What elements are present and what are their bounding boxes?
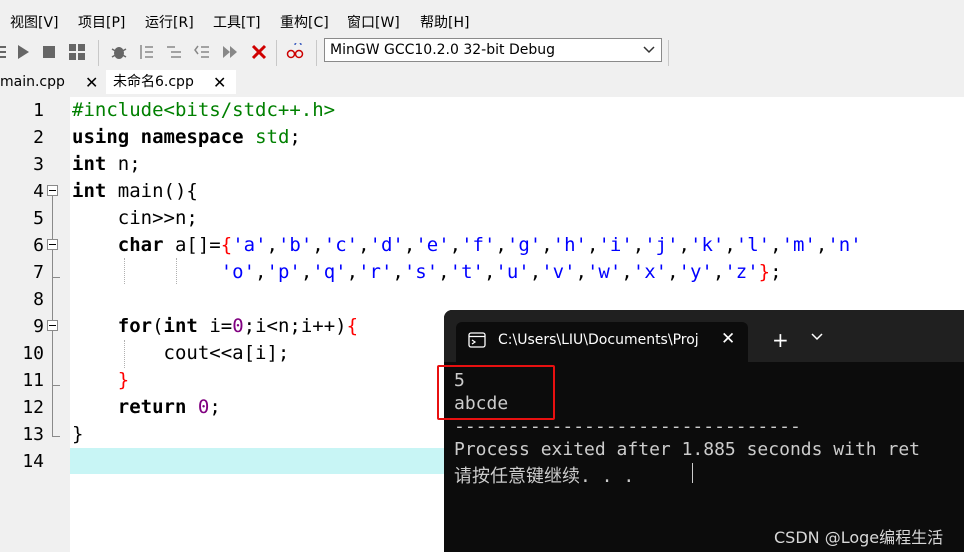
line-number: 12: [22, 397, 44, 418]
stop-debug-icon[interactable]: [250, 43, 268, 61]
fold-toggle-icon[interactable]: [47, 185, 58, 196]
code-line: 'o','p','q','r','s','t','u','v','w','x',…: [220, 261, 782, 283]
output-highlight-box: [437, 365, 555, 420]
terminal-tab[interactable]: C:\Users\LIU\Documents\Proj ✕: [456, 322, 748, 362]
step-out-icon[interactable]: [193, 43, 211, 61]
line-number: 8: [33, 289, 44, 310]
menu-tools[interactable]: 工具[T]: [213, 12, 260, 32]
menu-project[interactable]: 项目[P]: [78, 12, 125, 32]
line-number: 1: [33, 100, 44, 121]
menu-run[interactable]: 运行[R]: [145, 12, 194, 32]
close-icon[interactable]: ✕: [85, 72, 98, 94]
line-number: 13: [22, 424, 44, 445]
terminal-title: C:\Users\LIU\Documents\Proj: [498, 332, 699, 348]
editor-tabs: main.cpp ✕ 未命名6.cpp ✕: [0, 70, 964, 96]
profile-glasses-icon[interactable]: [286, 43, 304, 61]
line-number: 7: [33, 262, 44, 283]
code-line: }: [72, 423, 84, 445]
terminal-icon: [468, 332, 486, 348]
terminal-output-line: Process exited after 1.885 seconds with …: [454, 439, 920, 460]
step-into-icon[interactable]: [165, 43, 183, 61]
code-line: }: [117, 369, 130, 391]
new-tab-plus-icon[interactable]: +: [772, 328, 789, 352]
terminal-window[interactable]: C:\Users\LIU\Documents\Proj ✕ + 5 abcde …: [444, 310, 964, 552]
code-line: #include<bits/stdc++.h>: [72, 99, 336, 121]
chevron-down-icon[interactable]: [810, 330, 824, 346]
toolbar-separator: [316, 40, 317, 66]
toolbar-separator: [276, 40, 277, 66]
toolbar-separator: [98, 40, 99, 66]
fold-end: [52, 277, 60, 278]
debug-bug-icon[interactable]: [110, 43, 128, 61]
code-line: using namespace std;: [72, 126, 301, 148]
fold-guide: [52, 196, 53, 436]
tab-label: main.cpp: [0, 74, 65, 90]
menu-view[interactable]: 视图[V]: [10, 12, 59, 32]
code-line: int n;: [72, 153, 141, 175]
line-number: 3: [33, 154, 44, 175]
stop-icon[interactable]: [40, 43, 58, 61]
grid-icon[interactable]: [68, 43, 86, 61]
menu-window[interactable]: 窗口[W]: [347, 12, 400, 32]
menu-help[interactable]: 帮助[H]: [420, 12, 469, 32]
code-line: int main(){: [72, 180, 198, 202]
line-number: 6: [33, 235, 44, 256]
current-line-highlight: [70, 448, 450, 474]
terminal-cursor: [692, 463, 693, 483]
compiler-select-value: MinGW GCC10.2.0 32-bit Debug: [330, 42, 555, 58]
run-icon[interactable]: [14, 43, 32, 61]
toolbar-separator: [668, 40, 669, 66]
code-line: for(int i=0;i<n;i++){: [117, 315, 359, 337]
line-number: 14: [22, 451, 44, 472]
code-line: cin>>n;: [72, 207, 198, 229]
close-icon[interactable]: ✕: [213, 72, 226, 94]
line-number: 2: [33, 127, 44, 148]
code-line: cout<<a[i];: [72, 342, 290, 364]
tab-label: 未命名6.cpp: [113, 74, 194, 90]
fold-end: [52, 385, 60, 386]
terminal-output-line: 请按任意键继续. . .: [454, 466, 635, 487]
fold-end: [52, 436, 60, 437]
fold-toggle-icon[interactable]: [47, 239, 58, 250]
menu-bar: 视图[V] 项目[P] 运行[R] 工具[T] 重构[C] 窗口[W] 帮助[H…: [0, 6, 964, 36]
fold-toggle-icon[interactable]: [47, 320, 58, 331]
step-over-icon[interactable]: [137, 43, 155, 61]
line-number: 5: [33, 208, 44, 229]
line-number: 11: [22, 370, 44, 391]
watermark: CSDN @Loge编程生活: [774, 528, 944, 547]
code-line: char a[]={'a','b','c','d','e','f','g','h…: [117, 234, 862, 256]
code-line: return 0;: [117, 396, 221, 418]
line-number: 4: [33, 181, 44, 202]
continue-icon[interactable]: [221, 43, 239, 61]
tab-main-cpp[interactable]: main.cpp ✕: [0, 70, 100, 94]
close-icon[interactable]: ✕: [721, 329, 735, 349]
compiler-select[interactable]: MinGW GCC10.2.0 32-bit Debug: [324, 38, 662, 62]
terminal-tab-bar: C:\Users\LIU\Documents\Proj ✕ +: [444, 310, 964, 362]
tab-untitled6-cpp[interactable]: 未命名6.cpp ✕: [106, 70, 236, 94]
menu-refactor[interactable]: 重构[C]: [280, 12, 329, 32]
line-number: 9: [33, 316, 44, 337]
chevron-down-icon: [643, 46, 655, 54]
line-number: 10: [22, 343, 44, 364]
